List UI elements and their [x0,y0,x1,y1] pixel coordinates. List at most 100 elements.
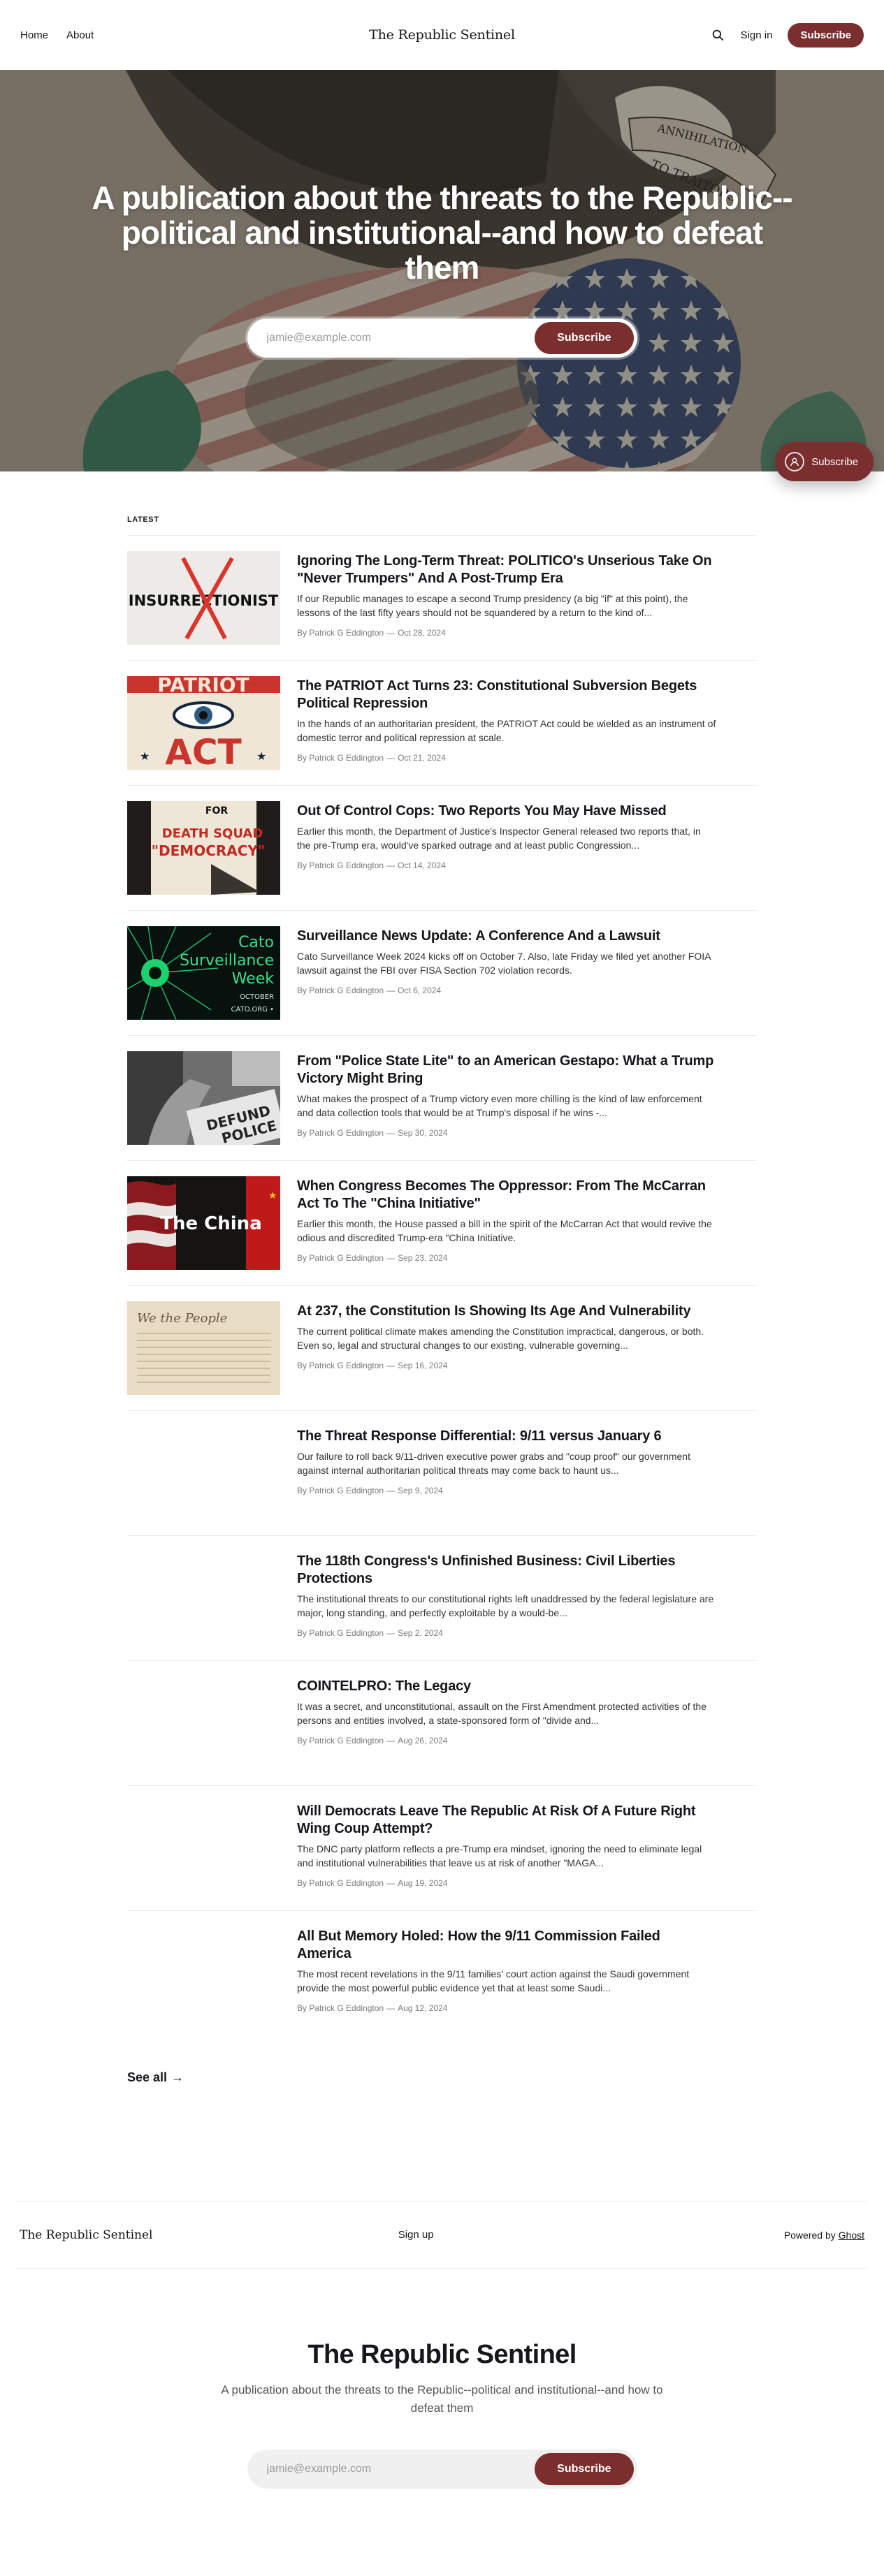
footer-sign-up-link[interactable]: Sign up [398,2229,539,2241]
post-date: Aug 26, 2024 [398,1736,448,1746]
post-excerpt: If our Republic manages to escape a seco… [297,593,688,618]
post-title[interactable]: From "Police State Lite" to an American … [297,1053,716,1088]
floating-subscribe-button[interactable]: Subscribe [775,442,874,481]
post-body: Out Of Control Cops: Two Reports You May… [297,801,716,895]
post-meta: By Patrick G Eddington — Aug 19, 2024 [297,1878,448,1888]
header-subscribe-button[interactable]: Subscribe [788,22,864,47]
floating-subscribe-label: Subscribe [811,455,858,468]
post-thumbnail-insurrectionist[interactable]: INSURRECTIONIST [127,551,280,645]
post-thumbnail-china-initiative[interactable]: ★ The China [127,1176,280,1270]
post-card[interactable]: PATRIOT ACT ★ ★ The PATRIOT Act Turns 23:… [127,661,757,786]
post-date: Oct 21, 2024 [398,753,446,763]
post-excerpt: It was a secret, and unconstitutional, a… [297,1701,707,1726]
post-title[interactable]: COINTELPRO: The Legacy [297,1678,716,1695]
post-card[interactable]: DEFUND POLICE From "Police State Lite" t… [127,1036,757,1161]
svg-text:Cato: Cato [238,934,274,951]
post-title[interactable]: Ignoring The Long-Term Threat: POLITICO'… [297,552,716,587]
svg-text:ACT: ACT [165,732,242,770]
cta-title: The Republic Sentinel [307,2340,577,2369]
post-title[interactable]: Will Democrats Leave The Republic At Ris… [297,1803,716,1838]
hero-email-input[interactable] [266,332,535,344]
post-title[interactable]: The 118th Congress's Unfinished Business… [297,1553,716,1588]
post-excerpt: What makes the prospect of a Trump victo… [297,1093,702,1118]
post-excerpt: In the hands of an authoritarian preside… [297,718,716,743]
post-thumbnail-defund-police[interactable]: DEFUND POLICE [127,1051,280,1145]
post-body: The PATRIOT Act Turns 23: Constitutional… [297,676,716,770]
post-thumbnail-empty [127,1801,280,1895]
post-body: COINTELPRO: The Legacy It was a secret, … [297,1676,716,1770]
svg-text:DEATH SQUAD: DEATH SQUAD [162,826,263,841]
post-meta: By Patrick G Eddington — Sep 30, 2024 [297,1128,448,1138]
svg-text:PATRIOT: PATRIOT [157,676,249,696]
post-card[interactable]: INSURRECTIONIST Ignoring The Long-Term T… [127,536,757,661]
post-body: All But Memory Holed: How the 9/11 Commi… [297,1926,716,2020]
sign-in-link[interactable]: Sign in [741,29,773,41]
post-meta: By Patrick G Eddington — Sep 9, 2024 [297,1486,443,1495]
nav-home-link[interactable]: Home [20,29,48,41]
see-all-label: See all [127,2070,168,2084]
hero-subscribe-button[interactable]: Subscribe [535,322,634,354]
svg-text:FOR: FOR [205,805,228,817]
post-card[interactable]: The 118th Congress's Unfinished Business… [127,1536,757,1661]
site-logo[interactable]: The Republic Sentinel [369,27,515,43]
post-thumbnail-constitution[interactable]: We the People [127,1301,280,1395]
post-card[interactable]: Will Democrats Leave The Republic At Ris… [127,1786,757,1911]
post-date: Oct 28, 2024 [398,628,446,638]
post-author: By Patrick G Eddington [297,753,384,763]
cta-description: A publication about the threats to the R… [221,2383,663,2415]
hero-section: ANNIHILATION TO TRAITORS A publication a… [0,70,884,471]
search-icon[interactable] [710,27,725,43]
post-card[interactable]: The Threat Response Differential: 9/11 v… [127,1411,757,1536]
post-card[interactable]: ★ The China When Congress Becomes The Op… [127,1161,757,1286]
post-meta: By Patrick G Eddington — Sep 16, 2024 [297,1361,448,1370]
post-thumbnail-death-squad[interactable]: FOR DEATH SQUAD "DEMOCRACY" [127,801,280,895]
primary-nav: Home About [20,29,94,41]
post-author: By Patrick G Eddington [297,628,384,638]
post-author: By Patrick G Eddington [297,861,384,870]
post-excerpt: Earlier this month, the Department of Ju… [297,826,701,851]
post-title[interactable]: All But Memory Holed: How the 9/11 Commi… [297,1928,716,1963]
post-title[interactable]: Surveillance News Update: A Conference A… [297,928,716,945]
post-body: Will Democrats Leave The Republic At Ris… [297,1801,716,1895]
post-excerpt: The most recent revelations in the 9/11 … [297,1968,690,1993]
post-meta: By Patrick G Eddington — Oct 28, 2024 [297,628,446,638]
svg-text:★: ★ [140,751,150,763]
post-thumbnail-patriot-act[interactable]: PATRIOT ACT ★ ★ [127,676,280,770]
post-author: By Patrick G Eddington [297,1486,384,1495]
footer-subscribe-button[interactable]: Subscribe [535,2453,634,2485]
footer-signup-form: Subscribe [247,2450,637,2489]
ghost-link[interactable]: Ghost [839,2230,864,2241]
post-title[interactable]: The Threat Response Differential: 9/11 v… [297,1428,716,1445]
nav-about-link[interactable]: About [66,29,94,41]
arrow-right-icon: → [171,2070,184,2084]
header-actions: Sign in Subscribe [710,22,864,47]
post-title[interactable]: When Congress Becomes The Oppressor: Fro… [297,1178,716,1213]
see-all-link[interactable]: See all → [127,2070,184,2085]
post-card[interactable]: All But Memory Holed: How the 9/11 Commi… [127,1911,757,2035]
post-title[interactable]: The PATRIOT Act Turns 23: Constitutional… [297,678,716,712]
footer-email-input[interactable] [266,2463,535,2475]
svg-text:★: ★ [256,751,266,763]
post-date: Sep 9, 2024 [398,1486,443,1495]
post-card[interactable]: Cato Surveillance Week OCTOBER CATO.ORG … [127,911,757,1036]
post-card[interactable]: FOR DEATH SQUAD "DEMOCRACY" Out Of Contr… [127,786,757,911]
svg-text:Week: Week [232,970,275,988]
surveillance-week-image: Cato Surveillance Week OCTOBER CATO.ORG … [127,926,280,1020]
post-body: Surveillance News Update: A Conference A… [297,926,716,1020]
svg-text:★: ★ [268,1190,277,1201]
post-card[interactable]: We the People At 237, the Constitution I… [127,1286,757,1411]
post-meta: By Patrick G Eddington — Oct 21, 2024 [297,753,446,763]
post-date: Aug 19, 2024 [398,1878,448,1888]
constitution-image: We the People [127,1301,280,1395]
post-card[interactable]: COINTELPRO: The Legacy It was a secret, … [127,1661,757,1786]
footer-logo[interactable]: The Republic Sentinel [20,2228,153,2242]
post-thumbnail-surveillance-week[interactable]: Cato Surveillance Week OCTOBER CATO.ORG … [127,926,280,1020]
post-author: By Patrick G Eddington [297,1878,384,1888]
post-date: Oct 14, 2024 [398,861,446,870]
post-title[interactable]: Out Of Control Cops: Two Reports You May… [297,803,716,820]
post-feed: LATEST INSURRECTIONIST Ignoring The Long… [127,471,757,2085]
post-title[interactable]: At 237, the Constitution Is Showing Its … [297,1303,716,1320]
svg-text:Surveillance: Surveillance [180,952,274,969]
post-author: By Patrick G Eddington [297,986,384,995]
post-thumbnail-empty [127,1676,280,1770]
